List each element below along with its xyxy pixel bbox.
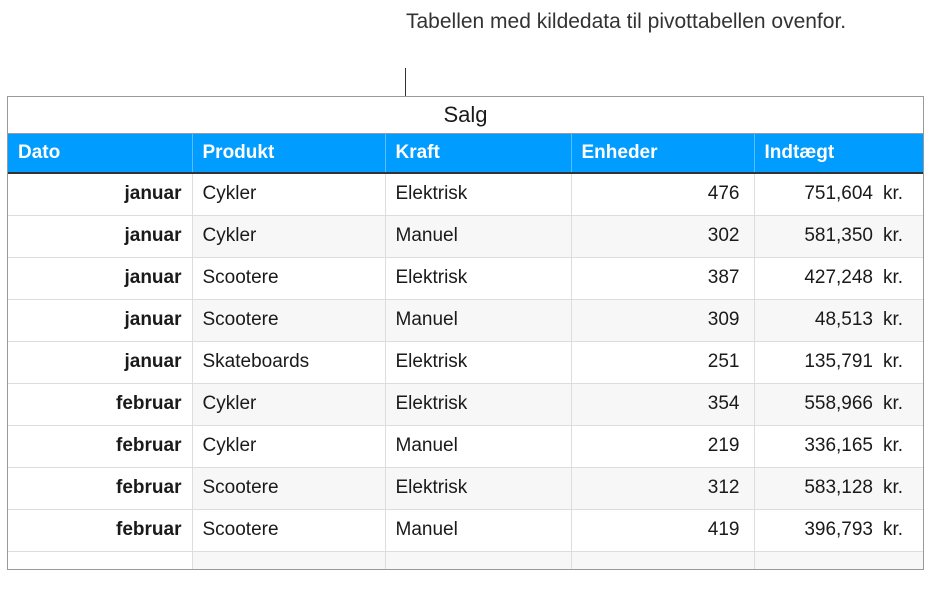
cell-indtaegt[interactable]: 581,350kr. <box>754 215 923 257</box>
data-table: Dato Produkt Kraft Enheder Indtægt janua… <box>8 134 923 569</box>
cell-indtaegt[interactable]: 396,793kr. <box>754 509 923 551</box>
currency-unit: kr. <box>883 225 913 247</box>
cell-dato[interactable]: januar <box>8 257 192 299</box>
column-header-dato[interactable]: Dato <box>8 134 192 173</box>
table-row: januarCyklerElektrisk476751,604kr. <box>8 173 923 215</box>
cell-produkt[interactable]: Cykler <box>192 215 385 257</box>
currency-value: 135,791 <box>765 351 884 373</box>
cell-indtaegt[interactable]: 48,513kr. <box>754 299 923 341</box>
table-row: januarCyklerManuel302581,350kr. <box>8 215 923 257</box>
currency-unit: kr. <box>883 267 913 289</box>
cell-indtaegt[interactable]: 336,165kr. <box>754 425 923 467</box>
cell-dato[interactable]: februar <box>8 509 192 551</box>
currency-unit: kr. <box>883 309 913 331</box>
cell-produkt[interactable]: Cykler <box>192 425 385 467</box>
cell-kraft[interactable]: Manuel <box>385 425 571 467</box>
cell-produkt[interactable]: Scootere <box>192 509 385 551</box>
cell-indtaegt[interactable]: 135,791kr. <box>754 341 923 383</box>
column-header-kraft[interactable]: Kraft <box>385 134 571 173</box>
table-row: februarScootereElektrisk312583,128kr. <box>8 467 923 509</box>
cell-empty[interactable] <box>385 551 571 569</box>
cell-enheder[interactable]: 312 <box>571 467 754 509</box>
cell-dato[interactable]: februar <box>8 383 192 425</box>
cell-dato[interactable]: februar <box>8 425 192 467</box>
cell-kraft[interactable]: Elektrisk <box>385 257 571 299</box>
cell-indtaegt[interactable]: 583,128kr. <box>754 467 923 509</box>
cell-produkt[interactable]: Skateboards <box>192 341 385 383</box>
table-row: januarSkateboardsElektrisk251135,791kr. <box>8 341 923 383</box>
table-row: februarScootereManuel419396,793kr. <box>8 509 923 551</box>
currency-unit: kr. <box>883 183 913 205</box>
table-row-empty <box>8 551 923 569</box>
cell-enheder[interactable]: 251 <box>571 341 754 383</box>
currency-value: 396,793 <box>765 519 884 541</box>
column-header-enheder[interactable]: Enheder <box>571 134 754 173</box>
cell-enheder[interactable]: 419 <box>571 509 754 551</box>
header-row: Dato Produkt Kraft Enheder Indtægt <box>8 134 923 173</box>
cell-kraft[interactable]: Elektrisk <box>385 383 571 425</box>
cell-indtaegt[interactable]: 558,966kr. <box>754 383 923 425</box>
cell-produkt[interactable]: Cykler <box>192 173 385 215</box>
currency-value: 583,128 <box>765 477 884 499</box>
table-row: februarCyklerManuel219336,165kr. <box>8 425 923 467</box>
currency-value: 427,248 <box>765 267 884 289</box>
cell-kraft[interactable]: Manuel <box>385 215 571 257</box>
table-row: februarCyklerElektrisk354558,966kr. <box>8 383 923 425</box>
cell-kraft[interactable]: Elektrisk <box>385 467 571 509</box>
callout-leader-line <box>405 68 406 96</box>
cell-kraft[interactable]: Manuel <box>385 509 571 551</box>
cell-enheder[interactable]: 309 <box>571 299 754 341</box>
currency-unit: kr. <box>883 519 913 541</box>
currency-value: 751,604 <box>765 183 884 205</box>
cell-indtaegt[interactable]: 751,604kr. <box>754 173 923 215</box>
cell-produkt[interactable]: Scootere <box>192 299 385 341</box>
currency-unit: kr. <box>883 477 913 499</box>
cell-empty[interactable] <box>571 551 754 569</box>
cell-enheder[interactable]: 219 <box>571 425 754 467</box>
column-header-produkt[interactable]: Produkt <box>192 134 385 173</box>
cell-dato[interactable]: januar <box>8 215 192 257</box>
callout-text: Tabellen med kildedata til pivottabellen… <box>406 8 846 35</box>
cell-empty[interactable] <box>754 551 923 569</box>
source-data-table: Salg Dato Produkt Kraft Enheder Indtægt … <box>7 96 924 570</box>
currency-unit: kr. <box>883 351 913 373</box>
cell-kraft[interactable]: Elektrisk <box>385 341 571 383</box>
cell-produkt[interactable]: Scootere <box>192 257 385 299</box>
currency-value: 581,350 <box>765 225 884 247</box>
cell-kraft[interactable]: Elektrisk <box>385 173 571 215</box>
cell-enheder[interactable]: 476 <box>571 173 754 215</box>
cell-enheder[interactable]: 387 <box>571 257 754 299</box>
currency-value: 336,165 <box>765 435 884 457</box>
table-row: januarScootereManuel30948,513kr. <box>8 299 923 341</box>
cell-enheder[interactable]: 354 <box>571 383 754 425</box>
column-header-indtaegt[interactable]: Indtægt <box>754 134 923 173</box>
table-row: januarScootereElektrisk387427,248kr. <box>8 257 923 299</box>
cell-dato[interactable]: januar <box>8 341 192 383</box>
cell-dato[interactable]: januar <box>8 299 192 341</box>
cell-kraft[interactable]: Manuel <box>385 299 571 341</box>
cell-enheder[interactable]: 302 <box>571 215 754 257</box>
table-title: Salg <box>8 97 923 134</box>
currency-unit: kr. <box>883 435 913 457</box>
cell-dato[interactable]: januar <box>8 173 192 215</box>
cell-indtaegt[interactable]: 427,248kr. <box>754 257 923 299</box>
cell-produkt[interactable]: Cykler <box>192 383 385 425</box>
cell-empty[interactable] <box>192 551 385 569</box>
currency-value: 558,966 <box>765 393 884 415</box>
cell-dato[interactable]: februar <box>8 467 192 509</box>
currency-unit: kr. <box>883 393 913 415</box>
cell-produkt[interactable]: Scootere <box>192 467 385 509</box>
currency-value: 48,513 <box>765 309 884 331</box>
cell-empty[interactable] <box>8 551 192 569</box>
